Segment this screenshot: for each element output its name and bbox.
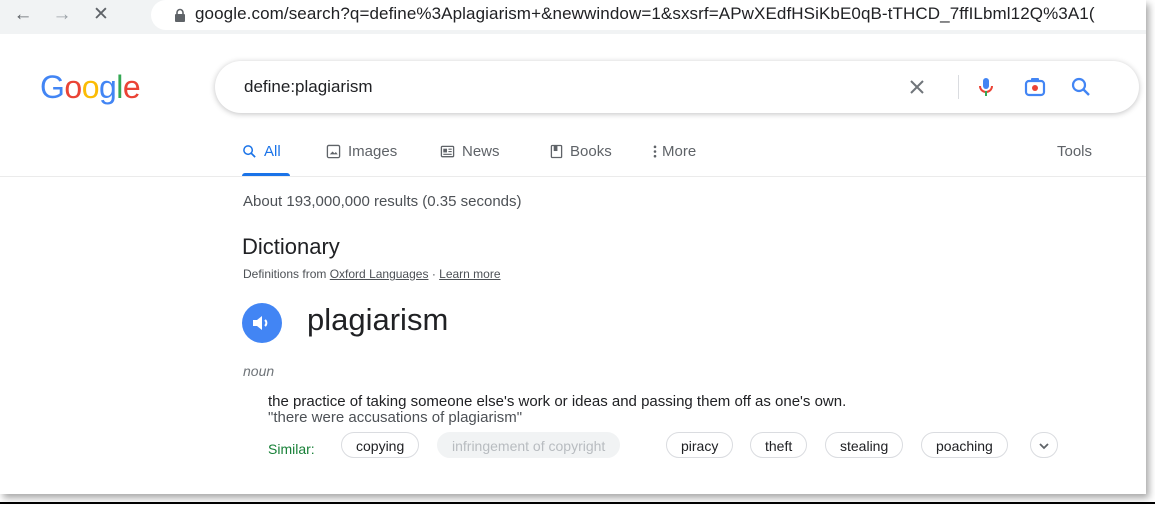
definition-text: the practice of taking someone else's wo… xyxy=(268,393,847,410)
result-stats: About 193,000,000 results (0.35 seconds) xyxy=(243,193,522,210)
browser-window: ← → ✕ google.com/search?q=define%3Aplagi… xyxy=(0,0,1146,494)
logo-letter: g xyxy=(98,69,117,105)
stop-loading-icon[interactable]: ✕ xyxy=(90,4,112,26)
oxford-languages-link[interactable]: Oxford Languages xyxy=(330,267,429,281)
example-sentence: "there were accusations of plagiarism" xyxy=(268,409,523,426)
tab-books[interactable]: Books xyxy=(550,143,612,160)
source-prefix: Definitions from xyxy=(243,267,327,281)
logo-letter: l xyxy=(116,69,123,105)
book-icon xyxy=(550,144,563,159)
similar-chip-piracy[interactable]: piracy xyxy=(666,432,734,458)
bottom-rule xyxy=(0,502,1155,504)
camera-search-icon[interactable] xyxy=(1023,75,1047,99)
speaker-icon xyxy=(253,316,268,330)
search-box[interactable]: define:plagiarism xyxy=(215,61,1139,113)
logo-letter: o xyxy=(64,69,82,105)
similar-chip-theft[interactable]: theft xyxy=(750,432,808,458)
logo-letter: e xyxy=(122,69,141,105)
tab-label: All xyxy=(264,143,281,160)
google-logo[interactable]: Google xyxy=(40,69,141,106)
tab-label: Books xyxy=(570,143,612,160)
forward-arrow-icon[interactable]: → xyxy=(51,4,73,26)
clear-search-icon[interactable] xyxy=(905,75,929,99)
tab-images[interactable]: Images xyxy=(326,143,397,160)
microphone-icon[interactable] xyxy=(974,75,998,99)
similar-chip-stealing[interactable]: stealing xyxy=(825,432,904,458)
tabs-divider xyxy=(0,176,1146,177)
url-text: google.com/search?q=define%3Aplagiarism+… xyxy=(195,4,1095,23)
search-icon[interactable] xyxy=(1069,75,1093,99)
tab-label: News xyxy=(462,143,500,160)
image-icon xyxy=(326,144,341,159)
more-vert-icon xyxy=(653,145,657,158)
part-of-speech: noun xyxy=(243,363,275,379)
headword: plagiarism xyxy=(307,302,449,337)
similar-chip-poaching[interactable]: poaching xyxy=(921,432,1008,458)
similar-chip-copying[interactable]: copying xyxy=(341,432,420,458)
tab-more[interactable]: More xyxy=(653,143,696,160)
search-icon xyxy=(243,145,256,158)
source-separator: · xyxy=(431,267,436,281)
tools-button[interactable]: Tools xyxy=(1057,143,1092,160)
search-input[interactable]: define:plagiarism xyxy=(244,77,373,97)
search-tabs: All Images News Books More Tools xyxy=(0,140,1146,178)
tab-all[interactable]: All xyxy=(242,143,281,160)
search-box-divider xyxy=(958,75,959,99)
tab-label: Images xyxy=(348,143,398,160)
url-field[interactable]: google.com/search?q=define%3Aplagiarism+… xyxy=(151,0,1146,30)
dictionary-title: Dictionary xyxy=(242,234,340,259)
news-icon xyxy=(440,145,455,158)
similar-chip-infringement[interactable]: infringement of copyright xyxy=(437,432,621,458)
tab-label: More xyxy=(662,143,697,160)
lock-icon[interactable] xyxy=(173,8,187,22)
tab-news[interactable]: News xyxy=(440,143,500,160)
expand-similar-button[interactable] xyxy=(1030,432,1058,458)
address-bar: ← → ✕ google.com/search?q=define%3Aplagi… xyxy=(0,0,1146,34)
dictionary-source: Definitions from Oxford Languages · Lear… xyxy=(243,267,501,281)
learn-more-link[interactable]: Learn more xyxy=(439,267,500,281)
pronunciation-button[interactable] xyxy=(242,303,282,343)
chevron-down-icon xyxy=(1039,443,1049,450)
back-arrow-icon[interactable]: ← xyxy=(12,4,34,26)
logo-letter: G xyxy=(40,69,65,105)
similar-label: Similar: xyxy=(268,441,315,457)
logo-letter: o xyxy=(81,69,100,105)
